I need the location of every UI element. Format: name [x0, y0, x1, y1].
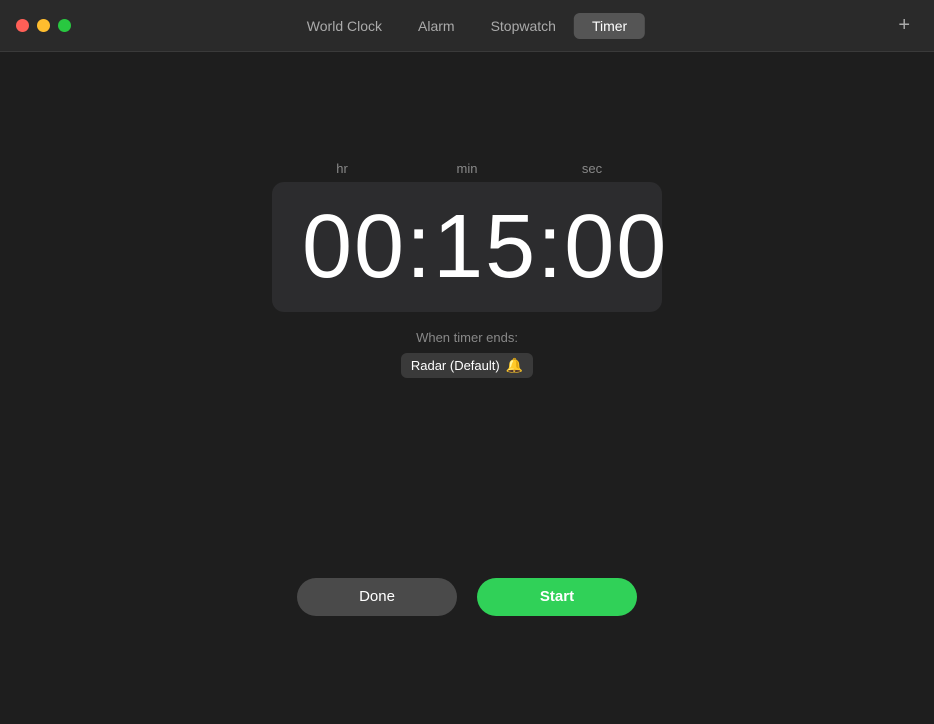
when-timer-label: When timer ends:: [416, 330, 518, 345]
add-button[interactable]: +: [890, 10, 918, 41]
tab-timer[interactable]: Timer: [574, 13, 645, 39]
tab-stopwatch[interactable]: Stopwatch: [473, 13, 574, 39]
title-bar: World Clock Alarm Stopwatch Timer +: [0, 0, 934, 52]
maximize-button[interactable]: [58, 19, 71, 32]
start-button[interactable]: Start: [477, 578, 637, 616]
alarm-icon: 🔔: [506, 357, 523, 374]
sound-selector[interactable]: Radar (Default) 🔔: [401, 353, 533, 378]
tab-alarm[interactable]: Alarm: [400, 13, 473, 39]
close-button[interactable]: [16, 19, 29, 32]
navigation-tabs: World Clock Alarm Stopwatch Timer: [289, 13, 645, 39]
sound-name: Radar (Default): [411, 358, 500, 373]
timer-section: hr min sec 00:15:00 When timer ends: Rad…: [272, 161, 662, 378]
minutes-label: min: [427, 161, 507, 176]
main-content: hr min sec 00:15:00 When timer ends: Rad…: [0, 52, 934, 724]
hours-label: hr: [297, 161, 387, 176]
window-controls: [0, 19, 71, 32]
tab-world-clock[interactable]: World Clock: [289, 13, 400, 39]
time-labels: hr min sec: [277, 161, 657, 176]
seconds-label: sec: [547, 161, 637, 176]
done-button[interactable]: Done: [297, 578, 457, 616]
when-timer-ends: When timer ends: Radar (Default) 🔔: [401, 330, 533, 378]
timer-display[interactable]: 00:15:00: [272, 182, 662, 312]
bottom-controls: Done Start: [297, 578, 637, 616]
timer-digits: 00:15:00: [302, 202, 632, 292]
minimize-button[interactable]: [37, 19, 50, 32]
